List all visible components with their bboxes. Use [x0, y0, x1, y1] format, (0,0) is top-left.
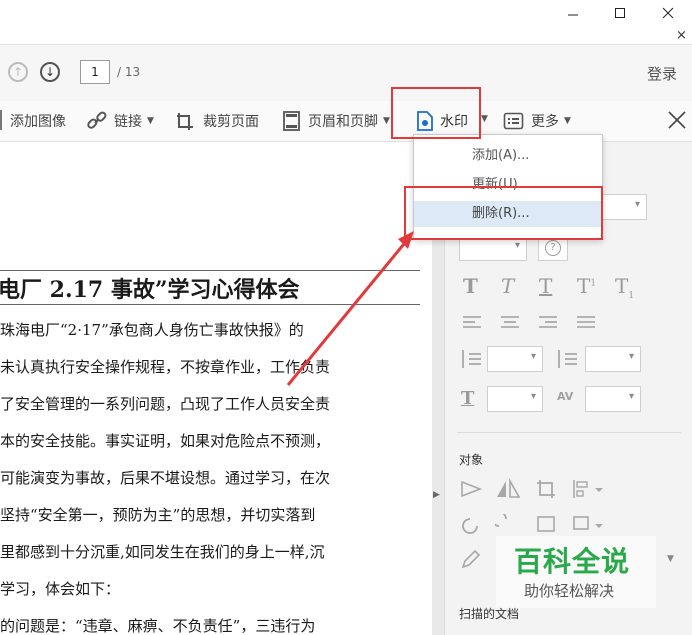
text-scale-icon: T [461, 388, 475, 409]
page-total: / 13 [117, 65, 141, 79]
char-spacing-dropdown[interactable] [585, 386, 641, 412]
close-icon [662, 7, 674, 19]
page-number-input[interactable]: 1 [80, 60, 110, 84]
text-scale-dropdown[interactable] [487, 386, 543, 412]
text-bold-icon[interactable]: T [463, 274, 478, 298]
arrow-down-icon: ↓ [44, 65, 56, 79]
edit-pencil-icon[interactable] [459, 548, 483, 570]
more-button[interactable]: 更多 ▼ [503, 110, 571, 132]
text-underline-icon[interactable]: T [539, 274, 552, 298]
panel-divider [457, 432, 681, 433]
paragraph-spacing-dropdown[interactable] [585, 346, 641, 372]
rotate-left-icon[interactable] [459, 514, 483, 536]
line-spacing-icon [462, 350, 481, 368]
more-list-icon [503, 112, 524, 130]
align-justify-icon[interactable] [575, 314, 597, 332]
align-right-icon[interactable] [537, 314, 559, 332]
crop-page-button[interactable]: 裁剪页面 [175, 110, 259, 132]
document-line: 珠海电厂“2·17”承包商人身伤亡事故快报》的 [0, 321, 304, 339]
document-line: 坚持“安全第一，预防为主”的思想，并切实落到 [0, 506, 316, 524]
watermark-add-item[interactable]: 添加(A)... [414, 143, 602, 169]
document-line: 本的安全技能。事实证明，如果对危险点不预测， [0, 432, 331, 450]
maximize-icon [615, 8, 625, 18]
header-footer-icon [283, 111, 300, 131]
collapse-arrow-icon: ▶ [433, 490, 440, 500]
watermark-highlight-box [391, 87, 481, 139]
previous-page-button[interactable]: ↑ [8, 62, 28, 82]
minimize-icon [568, 14, 578, 16]
close-window-button[interactable] [645, 0, 691, 26]
rotate-right-icon[interactable] [495, 514, 519, 536]
chevron-down-icon: ▼ [383, 116, 390, 126]
line-spacing-dropdown[interactable] [487, 346, 543, 372]
document-line: 了安全管理的一系列问题，凸现了工作人员安全责 [0, 395, 331, 413]
maximize-button[interactable] [597, 0, 643, 26]
close-icon [668, 111, 686, 129]
align-left-icon[interactable] [461, 314, 483, 332]
objects-section-label: 对象 [459, 453, 484, 467]
arrange-objects-icon[interactable] [571, 514, 605, 536]
header-footer-button[interactable]: 页眉和页脚 ▼ [282, 110, 390, 132]
more-options-caret[interactable]: ▼ [667, 554, 674, 564]
crop-object-icon[interactable] [535, 478, 557, 500]
replace-image-icon[interactable] [535, 514, 557, 536]
crop-label: 裁剪页面 [203, 114, 259, 130]
align-center-icon[interactable] [499, 314, 521, 332]
annotation-arrow [286, 231, 414, 386]
text-italic-icon[interactable]: T [501, 274, 514, 298]
link-icon [87, 111, 107, 129]
add-image-label: 添加图像 [10, 114, 66, 130]
more-label: 更多 [531, 114, 559, 130]
crop-icon [177, 113, 193, 130]
document-line: 学习，体会如下： [0, 580, 121, 598]
document-line: 的问题是：“违章、麻痹、不负责任”，三违行为 [0, 617, 316, 635]
brand-title: 百科全说 [514, 545, 631, 578]
flip-vertical-icon[interactable] [459, 478, 483, 500]
text-subscript-icon[interactable]: T1 [615, 274, 634, 301]
brand-subtitle: 助你轻松解决 [524, 582, 615, 600]
text-superscript-icon[interactable]: T1 [577, 274, 596, 298]
login-link[interactable]: 登录 [647, 63, 677, 84]
minimize-button[interactable] [550, 0, 596, 26]
watermark-dropdown-caret[interactable]: ▼ [481, 114, 488, 124]
close-toolbar-button[interactable] [668, 111, 686, 133]
document-line: 里都感到十分沉重,如同发生在我们的身上一样,沉 [0, 543, 325, 561]
align-objects-icon[interactable] [571, 478, 605, 500]
chevron-down-icon: ▼ [564, 116, 571, 126]
document-line: 可能演变为事故，后果不堪设想。通过学习，在次 [0, 469, 331, 487]
document-title: 电厂 2.17 事故”学习心得体会 [0, 277, 300, 303]
paragraph-spacing-icon [558, 350, 577, 368]
toolbar-separator [0, 110, 2, 130]
link-label: 链接 [114, 114, 142, 130]
remove-item-highlight-box [404, 186, 603, 240]
arrow-up-icon: ↑ [12, 65, 24, 79]
header-footer-label: 页眉和页脚 [308, 114, 378, 130]
link-button[interactable]: 链接 ▼ [86, 110, 154, 132]
chevron-down-icon: ▼ [147, 116, 154, 126]
brand-logo: 百科全说 助你轻松解决 [496, 536, 656, 608]
next-page-button[interactable]: ↓ [40, 62, 60, 82]
flip-horizontal-icon[interactable] [495, 478, 521, 500]
add-image-button[interactable]: 添加图像 [10, 110, 66, 132]
close-tool-tab-button[interactable]: × [676, 28, 687, 43]
char-spacing-icon: AV [557, 390, 574, 403]
